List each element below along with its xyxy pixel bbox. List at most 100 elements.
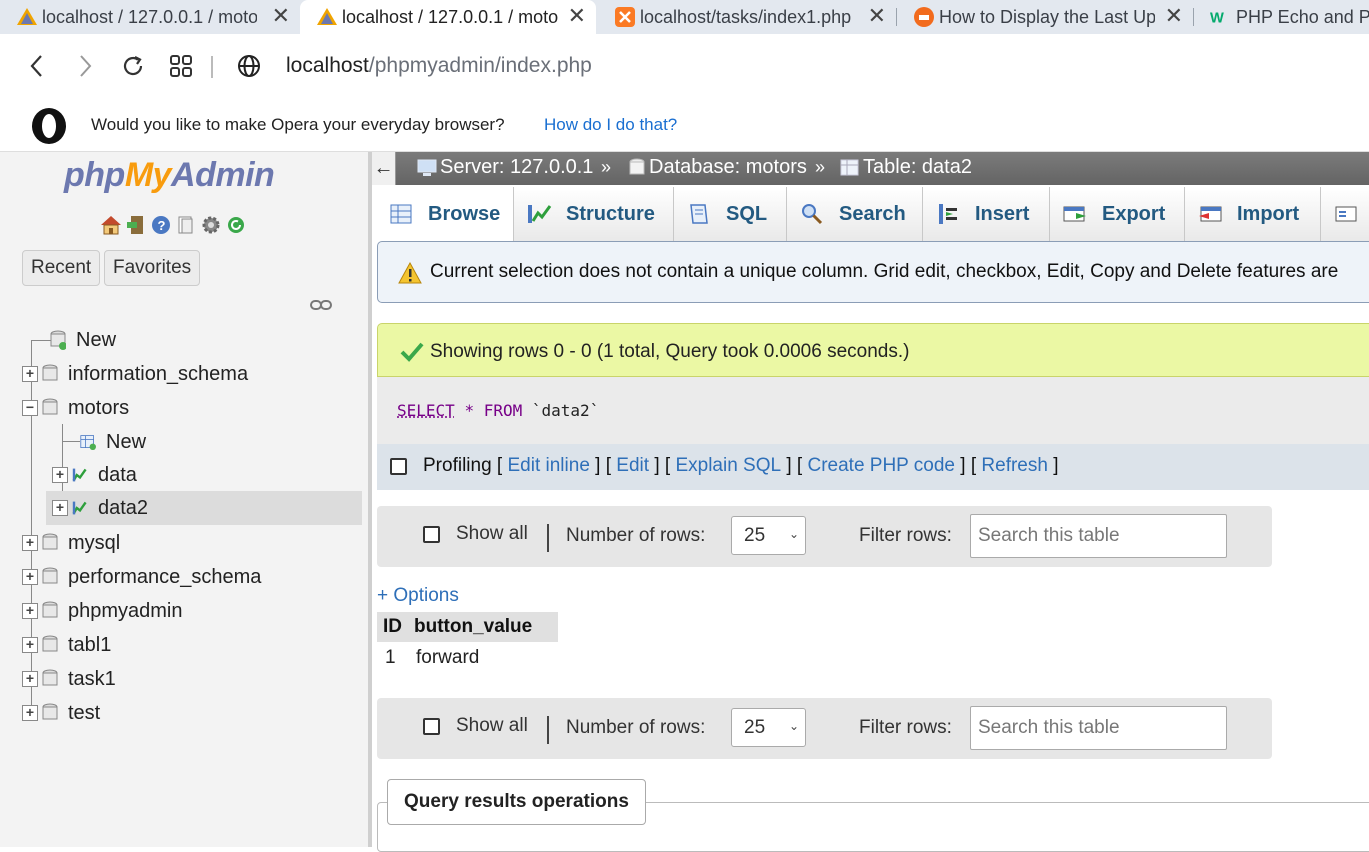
breadcrumb-database[interactable]: Database: motors — [628, 156, 807, 179]
tree-item-table-data[interactable]: + data — [52, 458, 137, 492]
filter-rows-input[interactable]: Search this table — [970, 706, 1227, 750]
tab-search[interactable]: Search — [787, 187, 923, 241]
filter-rows-label: Filter rows: — [859, 525, 952, 547]
database-icon — [42, 533, 58, 553]
sql-keyword-select[interactable]: SELECT — [397, 401, 455, 420]
globe-icon[interactable] — [234, 51, 264, 81]
tree-item-task1[interactable]: + task1 — [22, 662, 116, 696]
cell-button-value[interactable]: forward — [408, 642, 558, 674]
opera-logo-icon — [30, 107, 68, 150]
close-icon[interactable]: ✕ — [1165, 4, 1183, 28]
tab-more[interactable] — [1321, 187, 1369, 241]
warning-icon — [398, 262, 422, 290]
tree-item-performance-schema[interactable]: + performance_schema — [22, 560, 261, 594]
show-all-checkbox[interactable] — [423, 526, 440, 543]
column-header-button-value[interactable]: button_value — [408, 612, 558, 642]
profiling-checkbox[interactable] — [390, 458, 407, 475]
tab-label: Export — [1102, 203, 1165, 226]
tree-item-mysql[interactable]: + mysql — [22, 526, 120, 560]
tree-item-motors[interactable]: − motors — [22, 391, 129, 425]
browser-tab[interactable]: How to Display the Last Up ✕ — [897, 0, 1193, 34]
expand-icon[interactable]: + — [22, 569, 38, 585]
reload-nav-icon[interactable] — [225, 214, 247, 236]
show-all-checkbox[interactable] — [423, 718, 440, 735]
tab-import[interactable]: Import — [1185, 187, 1321, 241]
sql-query-box[interactable]: SELECT * FROM `data2` — [377, 377, 1369, 444]
breadcrumb-table[interactable]: Table: data2 — [839, 156, 972, 179]
main-panel: ← Server: 127.0.0.1 » Database: motors »… — [372, 152, 1369, 847]
filter-rows-input[interactable]: Search this table — [970, 514, 1227, 558]
column-header-id[interactable]: ID — [377, 612, 408, 642]
bracket: ] [ — [649, 455, 675, 477]
url-host: localhost — [286, 54, 369, 77]
tree-item-tabl1[interactable]: + tabl1 — [22, 628, 111, 662]
options-link[interactable]: + Options — [377, 585, 459, 607]
docs-help-icon[interactable]: ? — [150, 214, 172, 236]
expand-icon[interactable]: + — [22, 603, 38, 619]
cell-id[interactable]: 1 — [377, 642, 408, 674]
chevron-down-icon: ⌄ — [789, 719, 799, 733]
database-icon — [628, 158, 646, 178]
table-icon — [72, 498, 88, 518]
tab-insert[interactable]: Insert — [923, 187, 1050, 241]
home-icon[interactable] — [100, 214, 122, 236]
tree-item-test[interactable]: + test — [22, 696, 100, 730]
browser-tab[interactable]: localhost / 127.0.0.1 / motors ✕ — [0, 0, 300, 34]
documentation-icon[interactable] — [175, 214, 197, 236]
expand-icon[interactable]: + — [52, 467, 68, 483]
show-all-control[interactable]: Show all — [423, 523, 528, 545]
logout-icon[interactable] — [125, 214, 147, 236]
tree-item-information-schema[interactable]: + information_schema — [22, 357, 248, 391]
gear-icon[interactable] — [200, 214, 222, 236]
edit-link[interactable]: Edit — [616, 455, 649, 477]
tab-grid-icon[interactable] — [166, 51, 196, 81]
tab-sql[interactable]: SQL — [674, 187, 787, 241]
browser-tab[interactable]: W PHP Echo and Pri — [1194, 0, 1369, 34]
edit-inline-link[interactable]: Edit inline — [508, 455, 590, 477]
expand-icon[interactable]: + — [22, 637, 38, 653]
explain-sql-link[interactable]: Explain SQL — [675, 455, 781, 477]
tree-item-new[interactable]: New — [50, 323, 116, 357]
expand-icon[interactable]: + — [52, 500, 68, 516]
tab-structure[interactable]: Structure — [514, 187, 674, 241]
browser-tab-active[interactable]: localhost / 127.0.0.1 / motors ✕ — [300, 0, 596, 34]
breadcrumb-server[interactable]: Server: 127.0.0.1 — [416, 156, 593, 179]
show-all-control[interactable]: Show all — [423, 715, 528, 737]
browse-icon — [388, 202, 414, 226]
table-icon — [839, 158, 861, 178]
forward-icon[interactable] — [70, 51, 100, 81]
close-icon[interactable]: ✕ — [568, 4, 586, 28]
table-row: 1 forward — [377, 642, 558, 674]
tree-item-table-data2[interactable]: + data2 — [46, 491, 362, 525]
refresh-link[interactable]: Refresh — [981, 455, 1048, 477]
phpmyadmin-logo[interactable]: phpMyAdmin — [64, 156, 274, 195]
create-php-code-link[interactable]: Create PHP code — [807, 455, 955, 477]
xampp-icon — [614, 6, 636, 28]
expand-icon[interactable]: + — [22, 705, 38, 721]
number-of-rows-select[interactable]: 25 ⌄ — [731, 516, 806, 555]
database-icon — [42, 601, 58, 621]
tab-browse[interactable]: Browse — [376, 187, 514, 241]
close-icon[interactable]: ✕ — [868, 4, 886, 28]
reload-icon[interactable] — [118, 51, 148, 81]
infobar-help-link[interactable]: How do I do that? — [544, 115, 677, 135]
back-icon[interactable] — [22, 51, 52, 81]
url-field[interactable]: localhost/phpmyadmin/index.php — [286, 54, 592, 78]
collapse-nav-icon[interactable]: ← — [372, 152, 396, 185]
tab-label: Browse — [428, 203, 500, 226]
number-of-rows-label: Number of rows: — [566, 525, 705, 547]
expand-icon[interactable]: + — [22, 366, 38, 382]
link-with-main-panel-icon[interactable] — [310, 298, 332, 316]
close-icon[interactable]: ✕ — [272, 4, 290, 28]
number-of-rows-select[interactable]: 25 ⌄ — [731, 708, 806, 747]
tree-item-phpmyadmin[interactable]: + phpmyadmin — [22, 594, 183, 628]
tab-export[interactable]: Export — [1050, 187, 1185, 241]
collapse-icon[interactable]: − — [22, 400, 38, 416]
browser-tab[interactable]: localhost/tasks/index1.php ✕ — [598, 0, 896, 34]
expand-icon[interactable]: + — [22, 535, 38, 551]
tree-item-new-table[interactable]: New — [80, 425, 146, 459]
expand-icon[interactable]: + — [22, 671, 38, 687]
nav-tab-recent[interactable]: Recent — [22, 250, 100, 286]
unique-column-notice: Current selection does not contain a uni… — [377, 241, 1369, 303]
nav-tab-favorites[interactable]: Favorites — [104, 250, 200, 286]
